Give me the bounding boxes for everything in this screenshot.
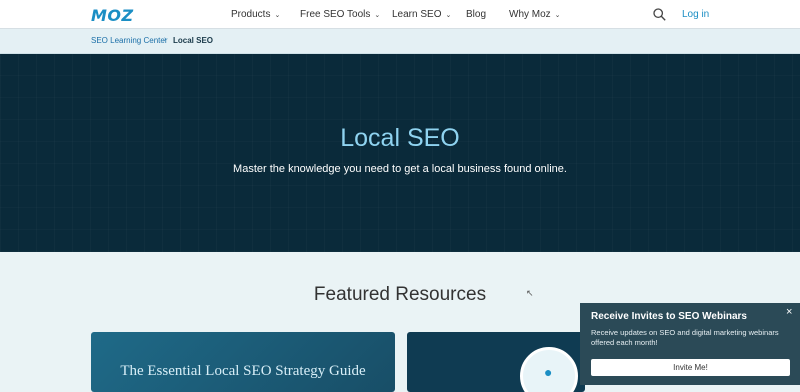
nav-item-label: Products	[231, 9, 271, 20]
resource-card[interactable]: ●	[407, 332, 585, 392]
chevron-down-icon: ⌄	[554, 12, 561, 19]
login-link[interactable]: Log in	[682, 9, 709, 20]
breadcrumb-link-seo-learning-center[interactable]: SEO Learning Center	[91, 36, 168, 45]
nav-item-blog[interactable]: Blog	[466, 9, 486, 20]
nav-item-free-seo-tools[interactable]: Free SEO Tools ⌄	[300, 9, 380, 20]
nav-item-label: Free SEO Tools	[300, 9, 371, 20]
moz-logo[interactable]: MOZ	[91, 6, 134, 25]
nav-item-learn-seo[interactable]: Learn SEO ⌄	[392, 9, 451, 20]
map-pin-icon: ●	[544, 364, 553, 380]
mouse-cursor-icon: ↖	[526, 288, 534, 298]
invite-me-button[interactable]: Invite Me!	[591, 359, 790, 376]
webinar-invite-popup: Receive Invites to SEO Webinars × Receiv…	[580, 303, 800, 385]
close-icon[interactable]: ×	[786, 306, 792, 318]
resource-card-title: The Essential Local SEO Strategy Guide	[120, 363, 366, 379]
popup-title: Receive Invites to SEO Webinars	[591, 311, 747, 322]
chevron-down-icon: ⌄	[445, 12, 452, 19]
search-icon[interactable]	[653, 8, 666, 21]
chevron-down-icon: ⌄	[274, 12, 281, 19]
hero-banner: Local SEO Master the knowledge you need …	[0, 54, 800, 252]
chevron-down-icon: ⌄	[374, 12, 381, 19]
top-navigation: MOZ Products ⌄ Free SEO Tools ⌄ Learn SEO ⌄…	[0, 0, 800, 29]
breadcrumb-separator-icon: ›	[164, 36, 167, 43]
nav-item-why-moz[interactable]: Why Moz ⌄	[509, 9, 561, 20]
breadcrumb-current: Local SEO	[173, 36, 214, 45]
page-subtitle: Master the knowledge you need to get a l…	[233, 163, 567, 175]
page-title: Local SEO	[340, 124, 460, 152]
nav-item-products[interactable]: Products ⌄	[231, 9, 280, 20]
resource-card-local-seo-guide[interactable]: The Essential Local SEO Strategy Guide	[91, 332, 395, 392]
popup-description: Receive updates on SEO and digital marke…	[591, 328, 779, 347]
breadcrumb: SEO Learning Center › Local SEO	[0, 29, 800, 54]
nav-item-label: Blog	[466, 9, 487, 20]
nav-item-label: Why Moz	[509, 9, 551, 20]
nav-item-label: Learn SEO	[392, 9, 442, 20]
